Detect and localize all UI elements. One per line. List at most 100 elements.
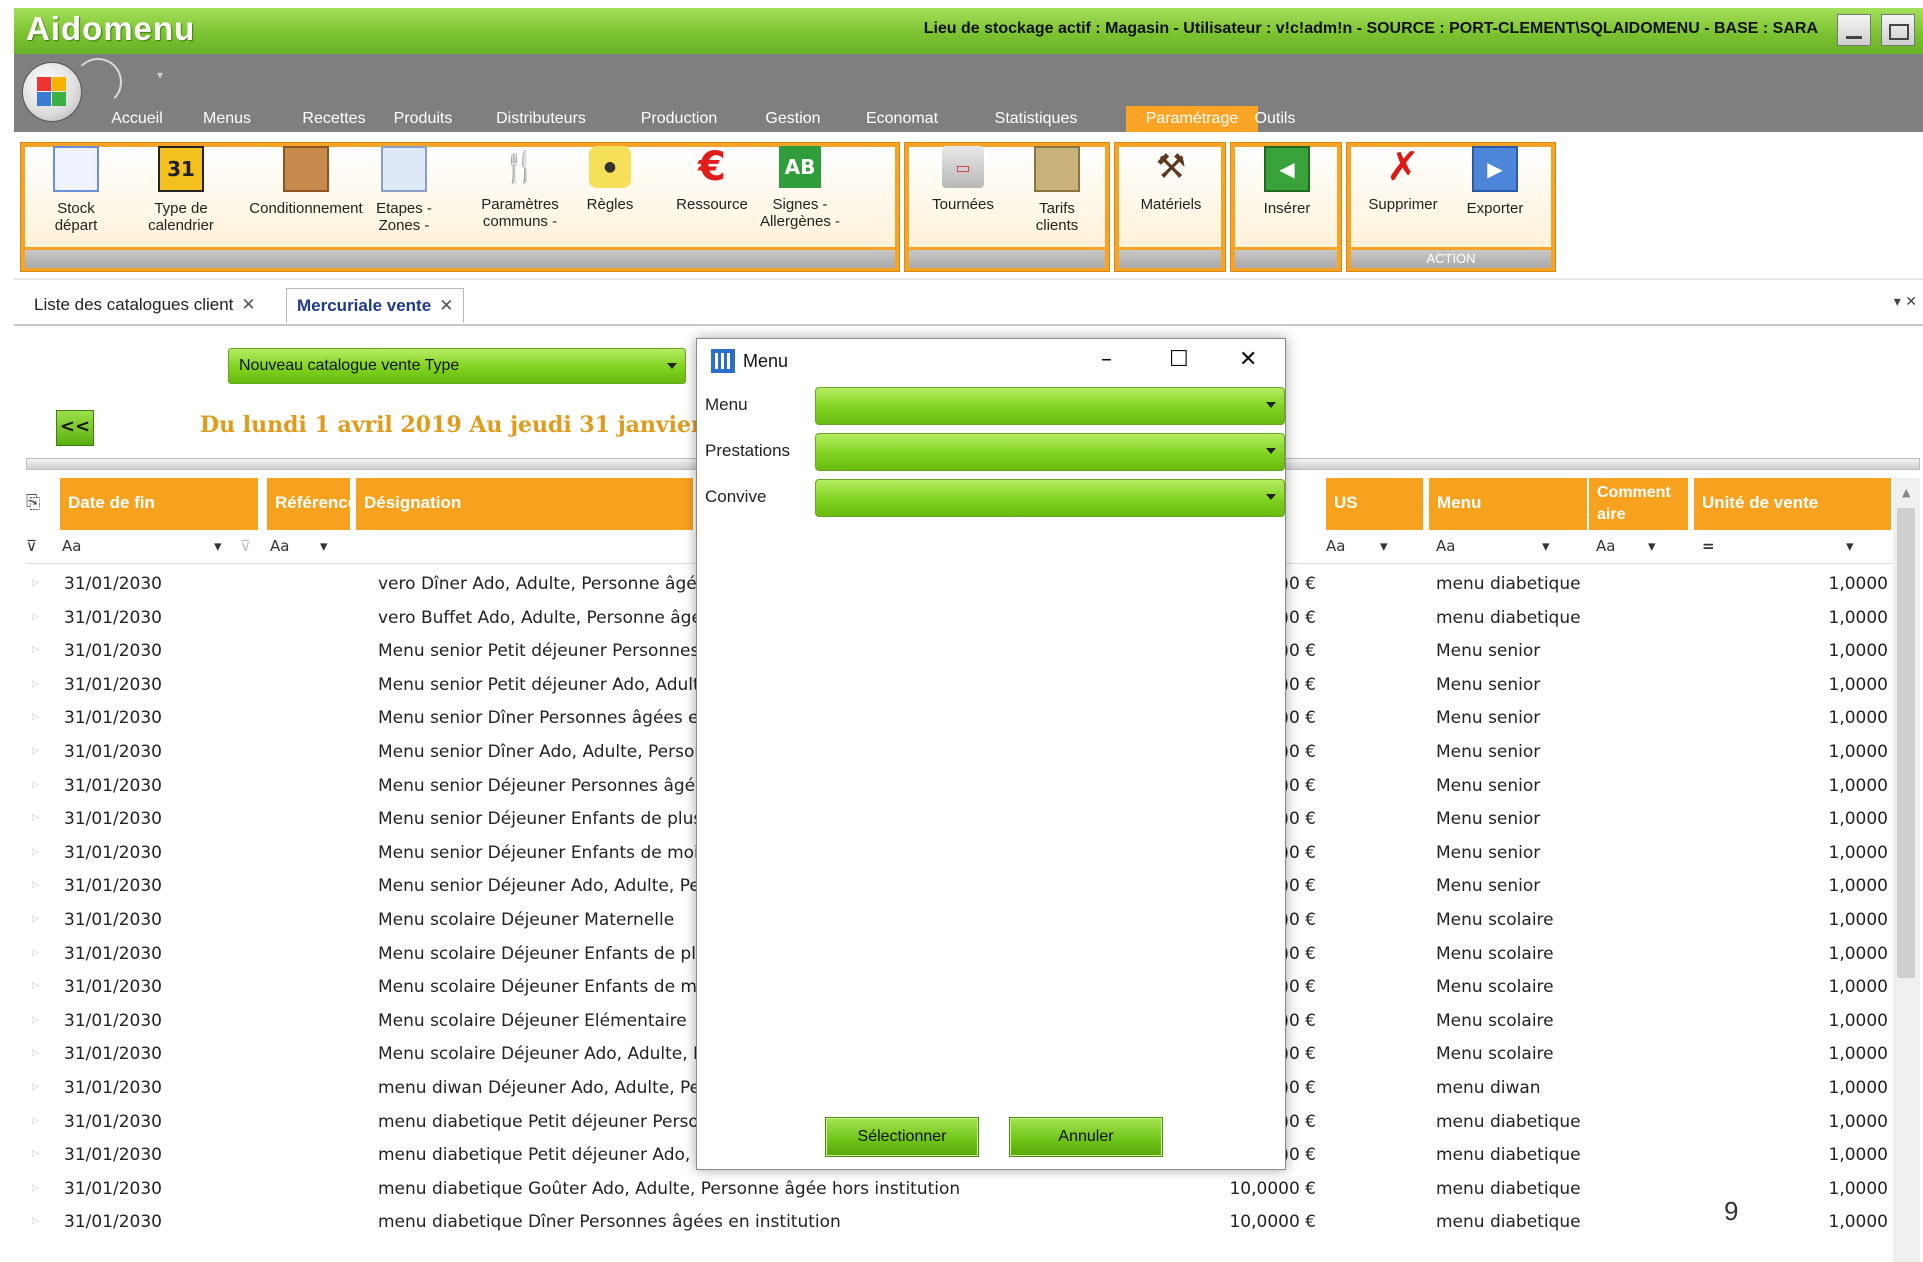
minimize-button[interactable] <box>1837 14 1871 46</box>
chevron-down-icon[interactable]: ▾ <box>320 537 328 555</box>
col-date-fin[interactable]: Date de fin <box>60 478 261 530</box>
row-indicator-icon: ▷ <box>32 947 39 958</box>
col-designation[interactable]: Désignation <box>356 478 696 530</box>
prestations-combobox[interactable] <box>815 433 1285 471</box>
ribbon-button-supprimer[interactable]: ✗ Supprimer <box>1356 144 1450 246</box>
dialog-maximize-button[interactable]: ☐ <box>1169 349 1189 371</box>
cell-unit: 1,0000 <box>1828 943 1888 964</box>
menu-tab-economat[interactable]: Economat <box>852 106 952 132</box>
menu-tab-recettes[interactable]: Recettes <box>294 106 374 132</box>
header-label: Unité de vente <box>1702 493 1819 512</box>
menu-tab-outils[interactable]: Outils <box>1246 106 1304 132</box>
table-row[interactable]: ▷ 31/01/2030 menu diabetique Goûter Ado, A… <box>26 1170 1892 1205</box>
menu-tab-menus[interactable]: Menus <box>192 106 262 132</box>
row-indicator-icon: ▷ <box>32 678 39 689</box>
ribbon-button-tournees[interactable]: ▭ Tournées <box>920 146 1006 246</box>
ribbon-button-etapes[interactable]: Etapes - Zones - <box>362 146 446 246</box>
menu-tab-parametrage[interactable]: Paramétrage <box>1126 106 1258 132</box>
dialog-minimize-button[interactable]: – <box>1101 349 1112 371</box>
cell-menu: menu diwan <box>1436 1078 1541 1098</box>
scroll-up-icon[interactable]: ▲ <box>1902 486 1910 499</box>
ribbon-button-materiels[interactable]: ⚒ Matériels <box>1126 146 1216 246</box>
cell-menu: menu diabetique <box>1436 1178 1581 1199</box>
table-row[interactable]: ▷ 31/01/2030 menu diabetique Dîner Personn… <box>26 1204 1892 1238</box>
scrollbar-thumb[interactable] <box>1897 508 1915 978</box>
catalog-select[interactable]: Nouveau catalogue vente Type <box>228 348 686 384</box>
tab-liste-catalogues-client[interactable]: Liste des catalogues client ✕ <box>24 288 266 322</box>
chevron-down-icon[interactable]: ▾ <box>1380 537 1388 555</box>
ribbon-button-regles[interactable]: ● Règles <box>570 146 650 246</box>
ribbon-button-stock[interactable]: Stock départ <box>36 146 116 246</box>
price-list-icon <box>1034 146 1080 192</box>
tab-mercuriale-vente[interactable]: Mercuriale vente ✕ <box>286 288 465 323</box>
text-filter-icon[interactable]: Aa <box>1326 537 1345 555</box>
app-title: Aidomenu <box>26 10 196 47</box>
col-commentaire[interactable]: Comment aire <box>1589 478 1691 530</box>
menu-tab-produits[interactable]: Produits <box>386 106 460 132</box>
ribbon-button-signes[interactable]: AB Signes - Allergènes - <box>754 146 846 246</box>
cell-date: 31/01/2030 <box>64 1111 162 1132</box>
cell-date: 31/01/2030 <box>64 607 162 628</box>
close-icon[interactable]: ✕ <box>439 296 453 315</box>
cell-date: 31/01/2030 <box>64 910 162 930</box>
ribbon-button-parametres[interactable]: 🍴 Paramètres communs - <box>470 146 570 246</box>
euro-icon: € <box>698 144 726 190</box>
ribbon-button-label: Conditionnement <box>249 200 363 217</box>
text-filter-icon[interactable]: Aa <box>1596 537 1615 555</box>
header-label: Date de fin <box>68 493 155 512</box>
chevron-down-icon[interactable]: ▾ <box>1542 537 1550 555</box>
restore-button[interactable] <box>1881 14 1915 46</box>
convive-combobox[interactable] <box>815 479 1285 517</box>
convive-field-label: Convive <box>705 487 767 506</box>
calendar-icon: 31 <box>158 146 204 192</box>
back-button[interactable]: << <box>56 410 94 446</box>
cell-menu: Menu senior <box>1436 708 1541 729</box>
ribbon-button-type-de[interactable]: 31 Type de calendrier <box>138 146 224 246</box>
col-reference[interactable]: Référence <box>267 478 357 530</box>
menu-dialog: Menu – ☐ ✕ Menu Prestations Convive Séle… <box>696 338 1286 1170</box>
menu-tab-gestion[interactable]: Gestion <box>756 106 830 132</box>
app-orb-button[interactable] <box>22 62 82 122</box>
menu-tab-accueil[interactable]: Accueil <box>96 106 178 132</box>
tab-options-icon[interactable]: ▾ ✕ <box>1894 294 1917 310</box>
ribbon-button-ressource[interactable]: € Ressource <box>662 144 762 246</box>
cell-menu: Menu senior <box>1436 641 1541 662</box>
ribbon-button-label: Tarifs clients <box>1035 200 1079 234</box>
menu-tab-distributeurs[interactable]: Distributeurs <box>480 106 602 132</box>
cell-unit: 1,0000 <box>1828 977 1888 998</box>
ribbon-button-conditionnement[interactable]: Conditionnement <box>236 146 376 246</box>
cell-price: )0 € <box>1282 910 1316 930</box>
text-filter-icon[interactable]: Aa <box>270 537 289 555</box>
col-unite-vente[interactable]: Unité de vente <box>1694 478 1892 530</box>
ribbon-button-tarifs[interactable]: Tarifs clients <box>1014 146 1100 246</box>
close-icon[interactable]: ✕ <box>241 295 255 314</box>
chevron-down-icon <box>1266 448 1276 454</box>
cell-unit: 1,0000 <box>1828 1010 1888 1031</box>
chevron-down-icon[interactable]: ▾ <box>1846 537 1854 555</box>
cell-menu: menu diabetique <box>1436 1111 1581 1132</box>
cancel-button[interactable]: Annuler <box>1009 1117 1163 1157</box>
header-label: Référence <box>275 493 358 512</box>
quick-access-dropdown-icon[interactable]: ▾ <box>157 68 163 82</box>
filter-icon[interactable]: ⊽ <box>26 537 37 555</box>
clear-filter-icon[interactable]: ⊽ <box>240 537 251 555</box>
ribbon-button-inserer[interactable]: ◀ Insérer <box>1242 146 1332 246</box>
cell-designation: Menu senior Dîner Personnes âgées en <box>378 708 710 729</box>
cell-date: 31/01/2030 <box>64 708 162 729</box>
row-indicator-icon: ▷ <box>32 578 39 588</box>
select-button[interactable]: Sélectionner <box>825 1117 979 1157</box>
col-us[interactable]: US <box>1326 478 1426 530</box>
chevron-down-icon[interactable]: ▾ <box>214 537 222 555</box>
menu-tab-statistiques[interactable]: Statistiques <box>974 106 1098 132</box>
dialog-close-button[interactable]: ✕ <box>1239 349 1257 371</box>
text-filter-icon[interactable]: Aa <box>1436 537 1455 555</box>
menu-combobox[interactable] <box>815 387 1285 425</box>
column-chooser-icon[interactable]: ⎘ <box>26 492 40 513</box>
ribbon-button-exporter[interactable]: ▶ Exporter <box>1452 146 1538 246</box>
equals-filter-icon[interactable]: = <box>1702 537 1715 555</box>
col-menu[interactable]: Menu <box>1429 478 1590 530</box>
text-filter-icon[interactable]: Aa <box>62 537 81 555</box>
chevron-down-icon[interactable]: ▾ <box>1648 537 1656 555</box>
menu-tab-production[interactable]: Production <box>624 106 734 132</box>
vertical-scrollbar[interactable]: ▲ <box>1893 478 1920 1262</box>
